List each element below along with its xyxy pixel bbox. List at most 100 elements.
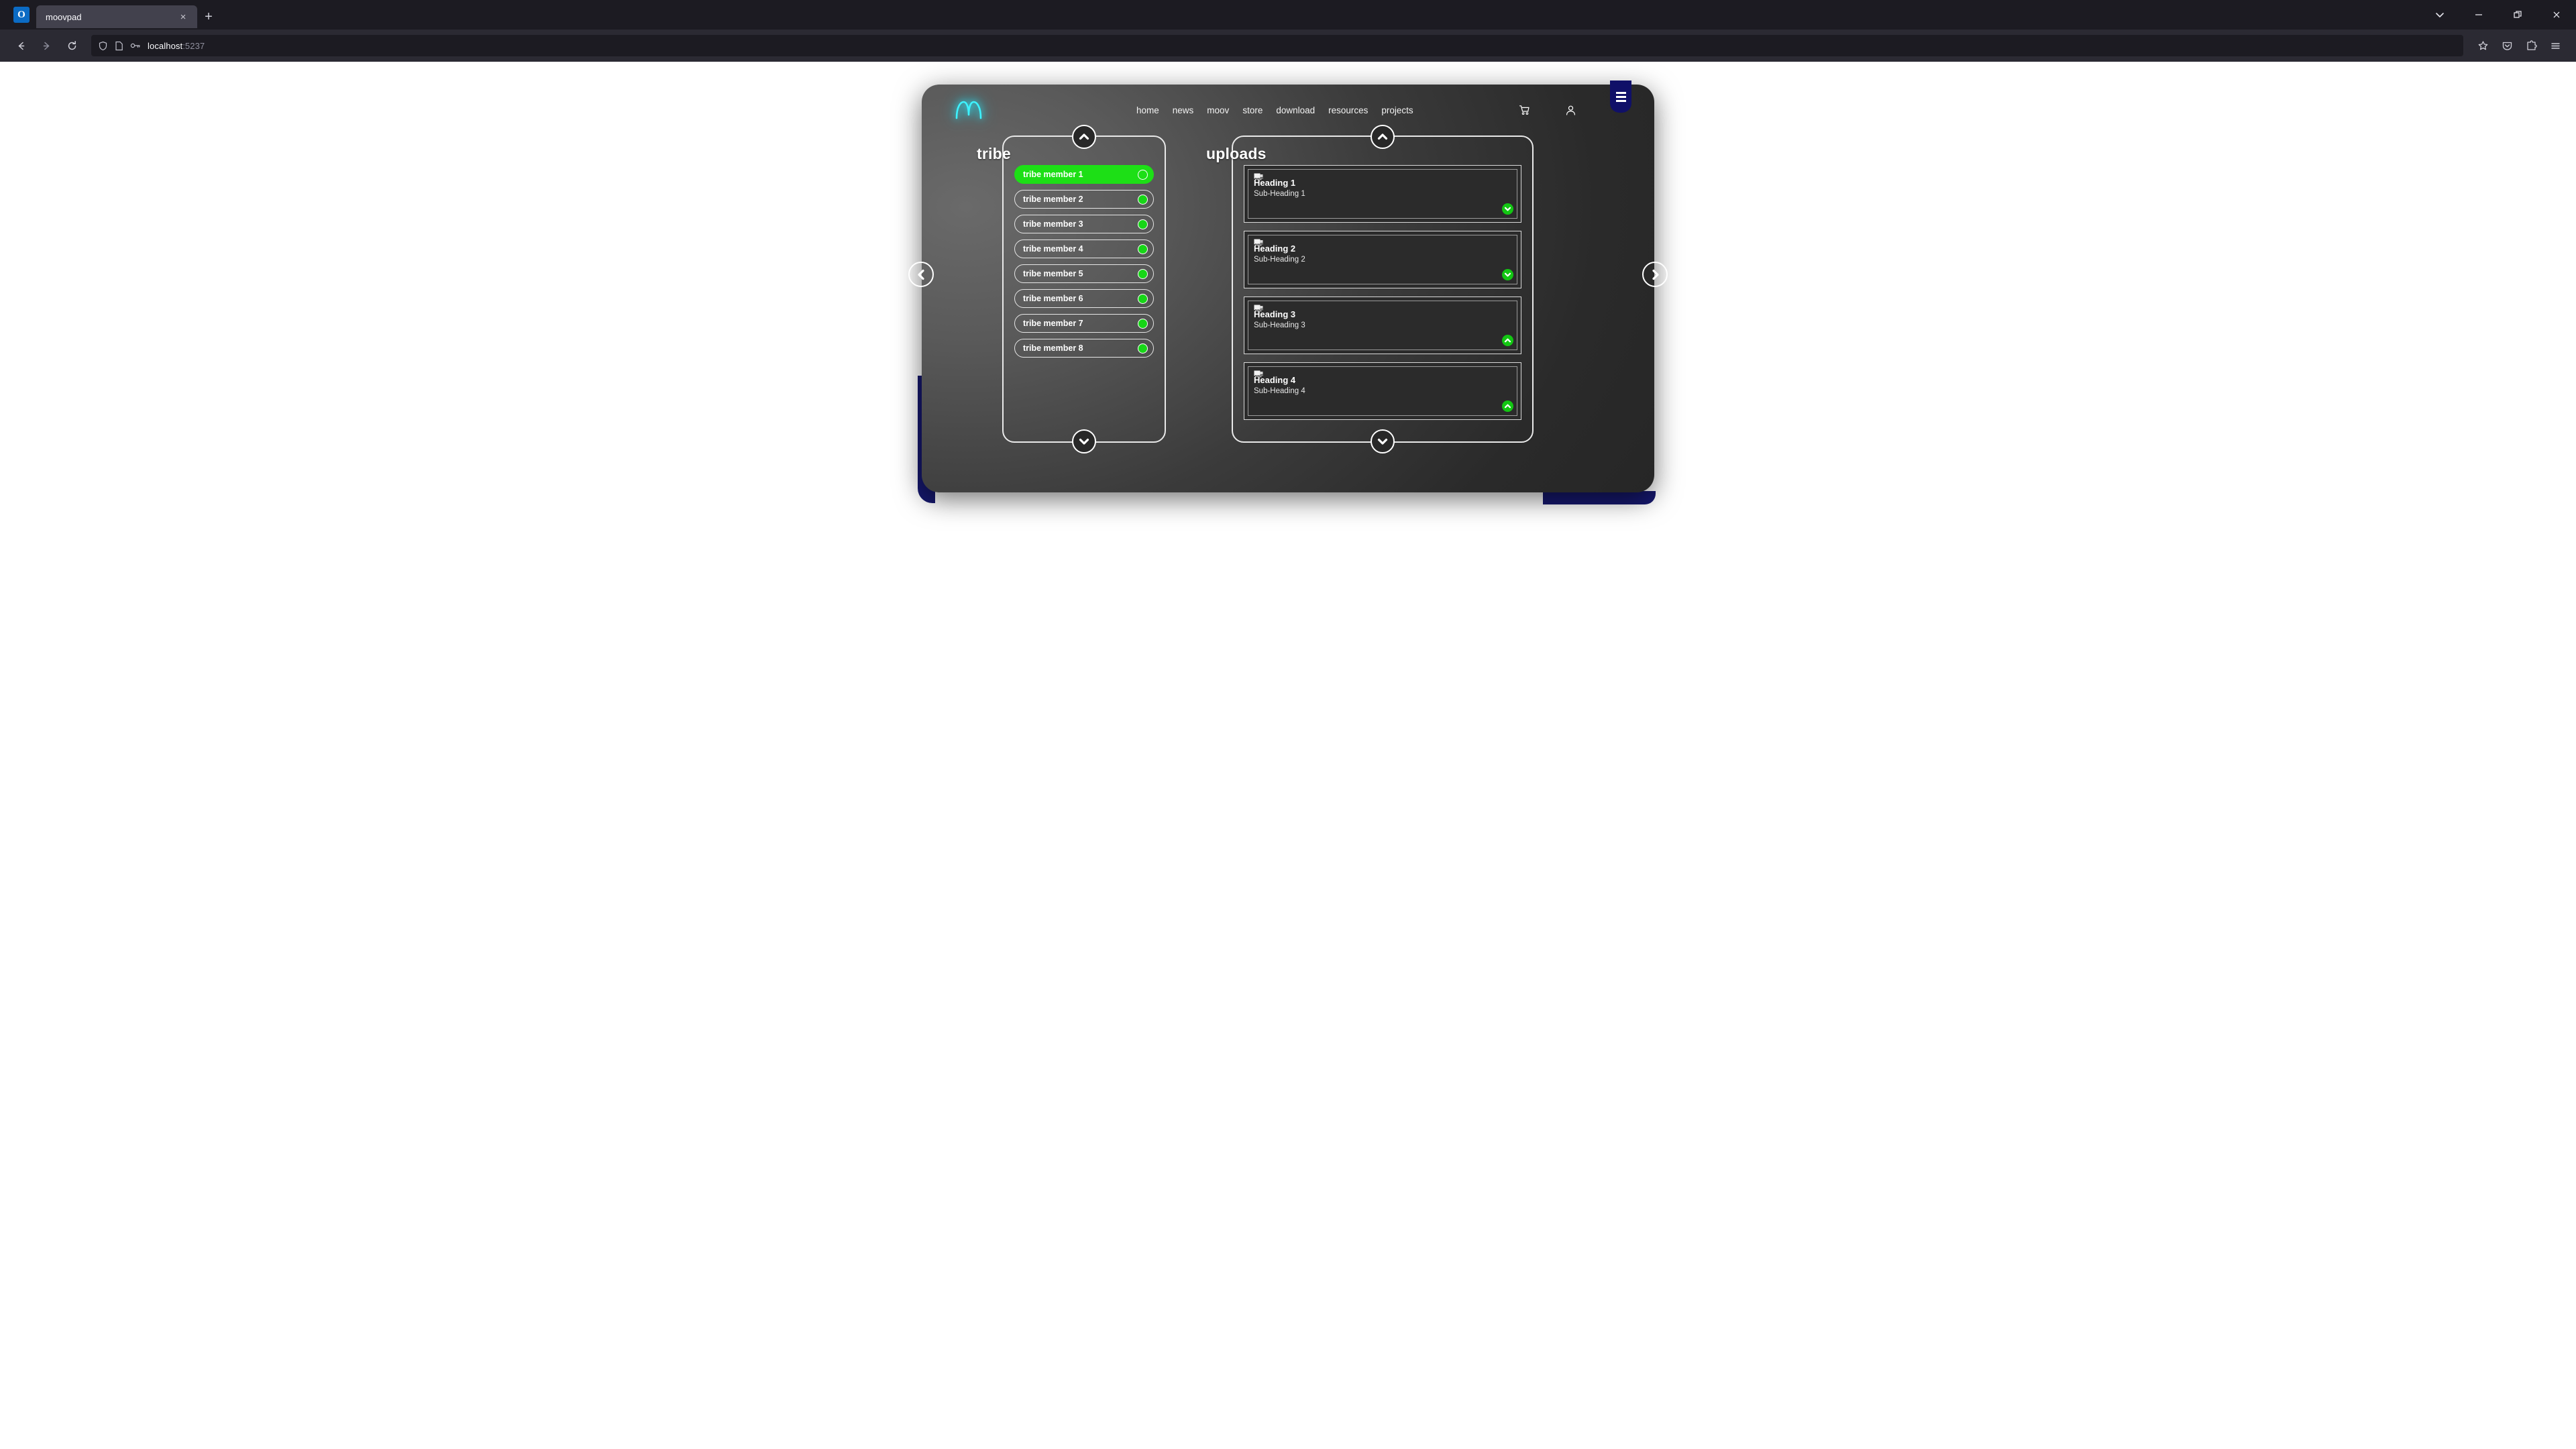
upload-card-inner: Heading 4 Sub-Heading 4: [1248, 366, 1517, 416]
hamburger-icon: [1615, 91, 1626, 102]
user-icon[interactable]: [1565, 105, 1576, 116]
tribe-member-label: tribe member 2: [1023, 195, 1083, 204]
tab-list-icon[interactable]: [2420, 0, 2459, 30]
upload-heading: Heading 1: [1254, 178, 1296, 188]
restore-icon[interactable]: [2498, 0, 2537, 30]
upload-card-inner: Heading 3 Sub-Heading 3: [1248, 301, 1517, 350]
upload-card-list: Heading 1 Sub-Heading 1 Heading 2 Sub-He…: [1244, 165, 1521, 420]
app-pin-button[interactable]: O: [7, 0, 36, 30]
status-dot[interactable]: [1138, 293, 1148, 304]
toolbar-right: [2471, 34, 2567, 57]
carousel-prev-button[interactable]: [908, 262, 934, 287]
nav-item-projects[interactable]: projects: [1381, 105, 1413, 115]
status-dot[interactable]: [1138, 268, 1148, 279]
broken-image-icon: [1254, 172, 1263, 180]
app-menu-button[interactable]: [1610, 80, 1631, 113]
nav-item-moov[interactable]: moov: [1207, 105, 1229, 115]
tribe-member-row[interactable]: tribe member 3: [1014, 215, 1154, 233]
carousel-next-button[interactable]: [1642, 262, 1668, 287]
nav-item-home[interactable]: home: [1136, 105, 1159, 115]
upload-subheading: Sub-Heading 3: [1254, 321, 1305, 330]
pocket-icon[interactable]: [2496, 34, 2518, 57]
new-tab-button[interactable]: +: [197, 5, 220, 28]
upload-move-up-button[interactable]: [1502, 335, 1513, 346]
broken-image-icon: [1254, 370, 1263, 378]
tribe-member-row[interactable]: tribe member 2: [1014, 190, 1154, 209]
key-icon: [130, 42, 141, 50]
upload-heading: Heading 4: [1254, 375, 1296, 385]
extensions-icon[interactable]: [2520, 34, 2542, 57]
nav-item-news[interactable]: news: [1173, 105, 1194, 115]
close-window-icon[interactable]: [2537, 0, 2576, 30]
tribe-member-list: tribe member 1 tribe member 2 tribe memb…: [1014, 165, 1154, 358]
status-dot[interactable]: [1138, 343, 1148, 354]
chevron-down-icon: [1079, 438, 1089, 445]
broken-image-icon: [1254, 238, 1263, 246]
browser-tab[interactable]: moovpad ×: [36, 5, 197, 28]
moovpad-app: home news moov store download resources …: [908, 80, 1668, 507]
hamburger-icon[interactable]: [2544, 34, 2567, 57]
browser-toolbar: localhost:5237: [0, 30, 2576, 62]
status-dot[interactable]: [1138, 169, 1148, 180]
uploads-panel: Heading 1 Sub-Heading 1 Heading 2 Sub-He…: [1232, 125, 1534, 453]
tribe-member-row[interactable]: tribe member 7: [1014, 314, 1154, 333]
app-main-nav: home news moov store download resources …: [1136, 105, 1413, 115]
upload-card[interactable]: Heading 3 Sub-Heading 3: [1244, 297, 1521, 354]
tab-strip: O moovpad × +: [0, 0, 2576, 30]
broken-image-icon: [1254, 304, 1263, 312]
panels-row: tribe tribe member 1 tribe member 2 trib…: [922, 125, 1654, 484]
chevron-up-icon: [1504, 404, 1511, 409]
moov-logo-icon[interactable]: [951, 97, 986, 123]
tribe-scroll-up-button[interactable]: [1072, 125, 1096, 149]
chevron-down-icon: [1377, 438, 1388, 445]
nav-item-download[interactable]: download: [1276, 105, 1315, 115]
tribe-member-row[interactable]: tribe member 8: [1014, 339, 1154, 358]
browser-window: O moovpad × + localhost:5237 home news m…: [0, 0, 2576, 1449]
upload-card[interactable]: Heading 2 Sub-Heading 2: [1244, 231, 1521, 288]
tribe-scroll-down-button[interactable]: [1072, 429, 1096, 453]
shield-icon[interactable]: [98, 41, 108, 51]
outlook-icon: O: [13, 7, 30, 23]
upload-subheading: Sub-Heading 1: [1254, 190, 1305, 199]
tribe-member-label: tribe member 8: [1023, 343, 1083, 353]
app-shell: home news moov store download resources …: [908, 80, 1668, 492]
upload-move-up-button[interactable]: [1502, 400, 1513, 412]
back-icon[interactable]: [9, 34, 32, 57]
upload-move-down-button[interactable]: [1502, 269, 1513, 280]
tribe-panel-wrap: tribe tribe member 1 tribe member 2 trib…: [977, 125, 1166, 484]
app-header: home news moov store download resources …: [922, 85, 1654, 136]
app-header-icons: [1519, 105, 1576, 116]
uploads-scroll-down-button[interactable]: [1371, 429, 1395, 453]
upload-card[interactable]: Heading 4 Sub-Heading 4: [1244, 362, 1521, 420]
tribe-member-row[interactable]: tribe member 5: [1014, 264, 1154, 283]
reload-icon[interactable]: [60, 34, 83, 57]
status-dot[interactable]: [1138, 244, 1148, 254]
address-bar[interactable]: localhost:5237: [91, 35, 2463, 56]
nav-item-resources[interactable]: resources: [1328, 105, 1368, 115]
upload-card[interactable]: Heading 1 Sub-Heading 1: [1244, 165, 1521, 223]
status-dot[interactable]: [1138, 194, 1148, 205]
minimize-icon[interactable]: [2459, 0, 2498, 30]
star-icon[interactable]: [2471, 34, 2494, 57]
upload-heading: Heading 3: [1254, 309, 1296, 319]
tribe-member-row[interactable]: tribe member 6: [1014, 289, 1154, 308]
nav-item-store[interactable]: store: [1242, 105, 1263, 115]
tribe-member-label: tribe member 4: [1023, 244, 1083, 254]
uploads-scroll-up-button[interactable]: [1371, 125, 1395, 149]
tribe-member-row[interactable]: tribe member 4: [1014, 239, 1154, 258]
tribe-member-label: tribe member 3: [1023, 219, 1083, 229]
tribe-member-row[interactable]: tribe member 1: [1014, 165, 1154, 184]
tribe-member-label: tribe member 6: [1023, 294, 1083, 303]
upload-move-down-button[interactable]: [1502, 203, 1513, 215]
uploads-panel-wrap: uploads Heading 1 Sub-Heading 1 Heading …: [1206, 125, 1534, 484]
upload-subheading: Sub-Heading 2: [1254, 256, 1305, 264]
tribe-member-label: tribe member 1: [1023, 170, 1083, 179]
tribe-member-label: tribe member 5: [1023, 269, 1083, 278]
forward-icon[interactable]: [35, 34, 58, 57]
status-dot[interactable]: [1138, 318, 1148, 329]
chevron-down-icon: [1504, 272, 1511, 277]
cart-icon[interactable]: [1519, 105, 1530, 116]
close-icon[interactable]: ×: [176, 9, 191, 24]
chevron-left-icon: [917, 269, 924, 280]
status-dot[interactable]: [1138, 219, 1148, 229]
